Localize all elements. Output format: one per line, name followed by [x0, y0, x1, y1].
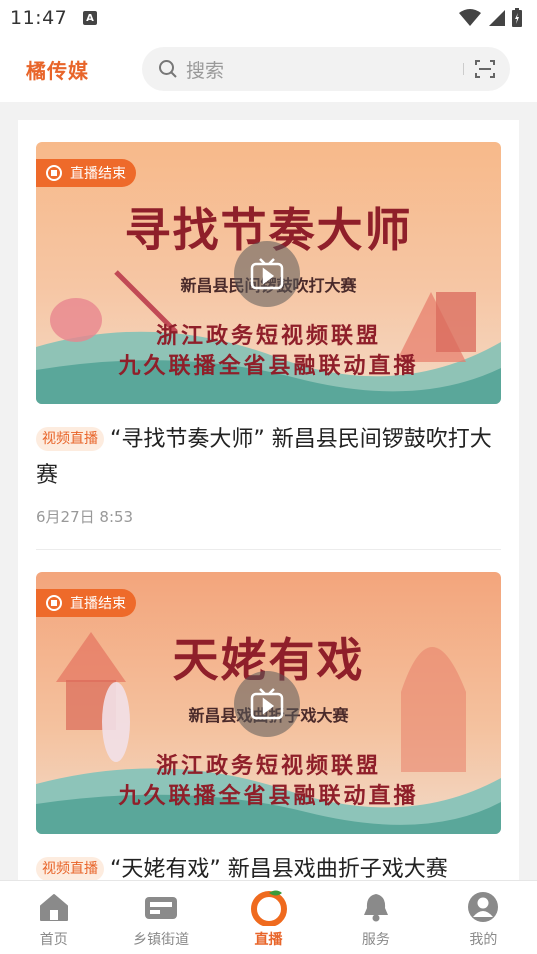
- video-live-tag: 视频直播: [36, 857, 104, 880]
- poster-line: 浙江政务短视频联盟: [155, 323, 381, 349]
- profile-icon: [468, 892, 499, 922]
- search-input[interactable]: 搜索: [142, 47, 510, 91]
- live-status-badge: 直播结束: [36, 159, 136, 187]
- card-headline[interactable]: 视频直播 “天姥有戏” 新昌县戏曲折子戏大赛: [36, 852, 501, 880]
- tab-live[interactable]: 直播: [215, 881, 322, 954]
- notification-icon: A: [83, 11, 98, 25]
- headline-text: “寻找节奏大师” 新昌县民间锣鼓吹打大赛: [36, 427, 492, 488]
- tab-label: 首页: [39, 932, 68, 948]
- live-status-badge: 直播结束: [36, 589, 136, 617]
- tab-label: 直播: [254, 932, 283, 948]
- stop-icon: [46, 595, 62, 611]
- publish-time: 6月27日 8:53: [36, 508, 134, 526]
- tab-label: 我的: [469, 932, 498, 948]
- scan-icon[interactable]: [474, 58, 496, 80]
- feed-card[interactable]: 寻找节奏大师 新昌县民间锣鼓吹打大赛 浙江政务短视频联盟 九久联播全省县融联动直…: [18, 120, 519, 550]
- bell-icon: [363, 894, 388, 922]
- search-placeholder: 搜索: [186, 59, 225, 82]
- search-divider: [463, 63, 464, 75]
- play-button[interactable]: [234, 241, 300, 307]
- video-thumbnail[interactable]: 寻找节奏大师 新昌县民间锣鼓吹打大赛 浙江政务短视频联盟 九久联播全省县融联动直…: [36, 142, 501, 404]
- tv-play-icon: [250, 258, 284, 290]
- clock: 11:47: [10, 7, 68, 29]
- wallet-icon: [145, 897, 178, 919]
- live-status-label: 直播结束: [70, 596, 126, 612]
- stop-icon: [46, 165, 62, 181]
- home-icon: [39, 894, 68, 921]
- video-thumbnail[interactable]: 天姥有戏 新昌县戏曲折子戏大赛 浙江政务短视频联盟 九久联播全省县融联动直播 直…: [36, 572, 501, 834]
- tab-service[interactable]: 服务: [322, 881, 429, 954]
- poster-line: 九久联播全省县融联动直播: [118, 353, 419, 379]
- bottom-tab-bar: 首页 乡镇街道 直播 服务 我的: [0, 880, 537, 954]
- wifi-icon: [459, 9, 481, 26]
- search-icon: [159, 60, 177, 78]
- status-bar: 11:47 A: [0, 0, 537, 36]
- headline-text: “天姥有戏” 新昌县戏曲折子戏大赛: [110, 857, 448, 880]
- tv-play-icon: [250, 688, 284, 720]
- orange-icon: [250, 890, 287, 926]
- signal-icon: [489, 10, 505, 26]
- app-bar: 橘传媒 搜索: [0, 36, 537, 102]
- feed-card[interactable]: 天姥有戏 新昌县戏曲折子戏大赛 浙江政务短视频联盟 九久联播全省县融联动直播 直…: [18, 550, 519, 880]
- tab-label: 乡镇街道: [133, 932, 190, 948]
- poster-line: 浙江政务短视频联盟: [155, 753, 381, 779]
- tab-home[interactable]: 首页: [0, 881, 107, 954]
- live-status-label: 直播结束: [70, 166, 126, 182]
- app-logo: 橘传媒: [26, 58, 89, 83]
- tab-label: 服务: [361, 932, 390, 948]
- tab-profile[interactable]: 我的: [430, 881, 537, 954]
- battery-icon: [512, 8, 522, 27]
- live-feed: 寻找节奏大师 新昌县民间锣鼓吹打大赛 浙江政务短视频联盟 九久联播全省县融联动直…: [18, 120, 519, 880]
- tab-towns[interactable]: 乡镇街道: [107, 881, 214, 954]
- video-live-tag: 视频直播: [36, 427, 104, 451]
- card-headline[interactable]: 视频直播 “寻找节奏大师” 新昌县民间锣鼓吹打大赛: [36, 422, 501, 494]
- poster-line: 九久联播全省县融联动直播: [118, 783, 419, 809]
- play-button[interactable]: [234, 671, 300, 737]
